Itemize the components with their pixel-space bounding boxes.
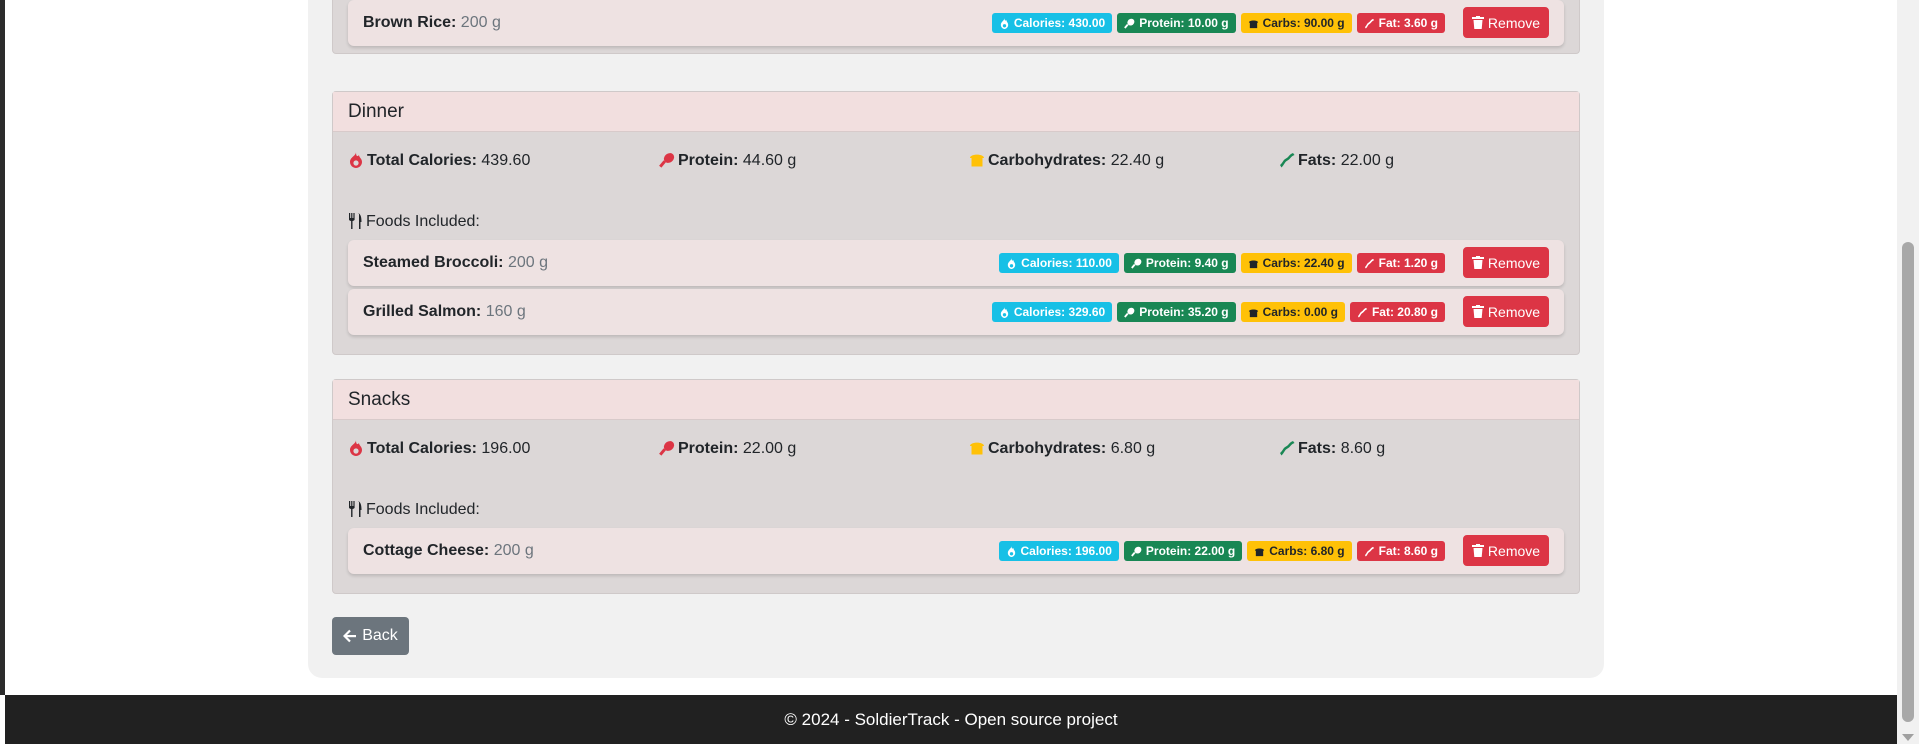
food-item: Steamed Broccoli: 200 g Calories: 110.00… [348, 240, 1564, 286]
meal-title: Snacks [333, 380, 1579, 420]
bread-icon [1248, 309, 1258, 317]
meal-totals: Total Calories: 439.60 Protein: 44.60 g … [348, 149, 1564, 173]
total-carbs: Carbohydrates: 6.80 g [969, 437, 1155, 461]
remove-button[interactable]: Remove [1463, 7, 1549, 38]
bread-icon [970, 154, 984, 167]
total-carbs: Carbohydrates: 22.40 g [969, 149, 1164, 173]
fire-icon [350, 440, 362, 456]
fat-badge: Fat: 1.20 g [1356, 253, 1445, 273]
meal-totals: Total Calories: 196.00 Protein: 22.00 g … [348, 437, 1564, 461]
scroll-down-arrow[interactable] [1902, 734, 1914, 741]
fire-icon [350, 152, 362, 168]
food-name: Cottage Cheese: 200 g [363, 542, 534, 559]
utensils-icon [349, 213, 362, 229]
remove-button[interactable]: Remove [1463, 296, 1549, 327]
total-protein: Protein: 44.60 g [659, 149, 796, 173]
footer-text: © 2024 - SoldierTrack - Open source proj… [784, 710, 1118, 729]
drumstick-icon [659, 441, 675, 456]
bread-icon [970, 442, 984, 455]
bacon-icon [1364, 258, 1374, 269]
scrollbar-thumb[interactable] [1902, 242, 1914, 722]
bread-icon [1248, 20, 1258, 28]
drumstick-icon [1124, 307, 1135, 318]
carbs-badge: Carbs: 6.80 g [1247, 541, 1352, 561]
footer: © 2024 - SoldierTrack - Open source proj… [5, 695, 1897, 744]
bacon-icon [1280, 153, 1295, 168]
meal-card-dinner: Dinner Total Calories: 439.60 Protein: 4… [332, 91, 1580, 355]
arrow-left-icon [343, 629, 357, 643]
trash-icon [1471, 305, 1484, 318]
bacon-icon [1280, 441, 1295, 456]
macro-badges: Calories: 110.00 Protein: 9.40 g Carbs: … [999, 253, 1445, 273]
total-fats: Fats: 8.60 g [1279, 437, 1385, 461]
remove-button[interactable]: Remove [1463, 247, 1549, 278]
carbs-badge: Carbs: 0.00 g [1240, 302, 1345, 322]
protein-badge: Protein: 10.00 g [1117, 13, 1236, 33]
food-item: Cottage Cheese: 200 g Calories: 196.00 P… [348, 528, 1564, 574]
fire-icon [1000, 306, 1008, 318]
remove-button[interactable]: Remove [1463, 535, 1549, 566]
fire-icon [1000, 17, 1008, 29]
macro-badges: Calories: 430.00 Protein: 10.00 g Carbs:… [991, 13, 1445, 33]
total-calories: Total Calories: 439.60 [348, 149, 530, 173]
food-item: Grilled Salmon: 160 g Calories: 329.60 P… [348, 289, 1564, 335]
calories-badge: Calories: 196.00 [998, 541, 1119, 561]
back-button[interactable]: Back [332, 617, 409, 655]
trash-icon [1471, 544, 1484, 557]
total-protein: Protein: 22.00 g [659, 437, 796, 461]
calories-badge: Calories: 329.60 [991, 302, 1113, 322]
fat-badge: Fat: 3.60 g [1356, 13, 1445, 33]
calories-badge: Calories: 430.00 [991, 13, 1113, 33]
macro-badges: Calories: 196.00 Protein: 22.00 g Carbs:… [998, 541, 1445, 561]
trash-icon [1471, 256, 1484, 269]
fat-badge: Fat: 8.60 g [1356, 541, 1445, 561]
drumstick-icon [1131, 258, 1142, 269]
fire-icon [1008, 257, 1016, 269]
bacon-icon [1364, 18, 1374, 29]
carbs-badge: Carbs: 90.00 g [1240, 13, 1352, 33]
bacon-icon [1364, 546, 1374, 557]
foods-included-label: Foods Included: [348, 212, 480, 232]
bread-icon [1248, 260, 1258, 268]
drumstick-icon [659, 153, 675, 168]
protein-badge: Protein: 35.20 g [1117, 302, 1236, 322]
drumstick-icon [1131, 546, 1142, 557]
page: Brown Rice: 200 g Calories: 430.00 Prote… [5, 0, 1897, 695]
foods-included-label: Foods Included: [348, 500, 480, 520]
trash-icon [1471, 16, 1484, 29]
macro-badges: Calories: 329.60 Protein: 35.20 g Carbs:… [991, 302, 1445, 322]
fat-badge: Fat: 20.80 g [1349, 302, 1445, 322]
vertical-scrollbar[interactable] [1897, 0, 1919, 744]
drumstick-icon [1124, 18, 1135, 29]
meal-title: Dinner [333, 92, 1579, 132]
utensils-icon [349, 501, 362, 517]
calories-badge: Calories: 110.00 [999, 253, 1119, 273]
bread-icon [1255, 548, 1265, 556]
bacon-icon [1357, 307, 1368, 318]
food-name: Steamed Broccoli: 200 g [363, 254, 548, 271]
food-name: Grilled Salmon: 160 g [363, 303, 526, 320]
protein-badge: Protein: 9.40 g [1123, 253, 1236, 273]
food-item: Brown Rice: 200 g Calories: 430.00 Prote… [348, 0, 1564, 46]
meal-details-container: Brown Rice: 200 g Calories: 430.00 Prote… [308, 0, 1604, 678]
meal-card-snacks: Snacks Total Calories: 196.00 Protein: 2… [332, 379, 1580, 594]
protein-badge: Protein: 22.00 g [1123, 541, 1243, 561]
carbs-badge: Carbs: 22.40 g [1240, 253, 1352, 273]
meal-card-lunch: Brown Rice: 200 g Calories: 430.00 Prote… [332, 0, 1580, 54]
food-name: Brown Rice: 200 g [363, 14, 501, 31]
total-fats: Fats: 22.00 g [1279, 149, 1394, 173]
total-calories: Total Calories: 196.00 [348, 437, 530, 461]
fire-icon [1007, 545, 1015, 557]
